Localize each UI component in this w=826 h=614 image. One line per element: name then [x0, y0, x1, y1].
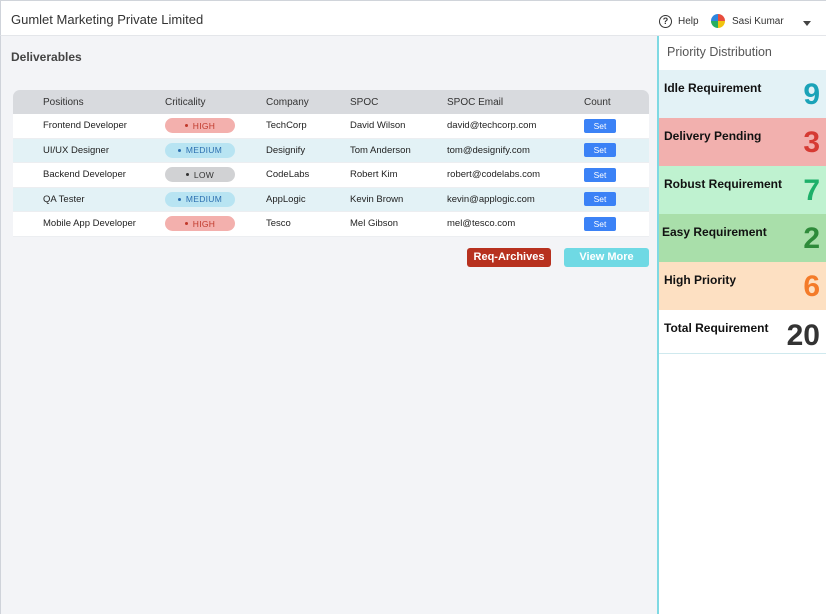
priority-card-robust: Robust Requirement 7 [659, 166, 826, 214]
card-value: 6 [803, 270, 820, 303]
spoc-cell: Tom Anderson [350, 144, 411, 156]
card-value: 9 [803, 78, 820, 111]
deliverables-section: Deliverables Positions Criticality Compa… [0, 36, 657, 614]
badge-label: LOW [193, 169, 215, 180]
position-cell: UI/UX Designer [43, 144, 109, 156]
company-cell: CodeLabs [266, 169, 310, 181]
table-row: Mobile App Developer HIGH Tesco Mel Gibs… [13, 212, 649, 237]
chevron-down-icon[interactable] [803, 21, 811, 26]
card-value: 20 [786, 319, 820, 352]
dot-icon [177, 148, 181, 152]
column-header: Company [266, 96, 309, 108]
column-header: Positions [43, 96, 84, 108]
card-label: Idle Requirement [664, 81, 762, 95]
column-header: Criticality [165, 96, 206, 108]
table-row: UI/UX Designer MEDIUM Designify Tom Ande… [13, 138, 649, 163]
email-cell: mel@tesco.com [447, 218, 516, 230]
position-cell: QA Tester [43, 193, 85, 205]
spoc-cell: Kevin Brown [350, 193, 404, 205]
help-icon: ? [659, 15, 672, 28]
position-cell: Mobile App Developer [43, 218, 136, 230]
card-value: 2 [803, 222, 820, 255]
help-link[interactable]: ? Help [659, 15, 699, 28]
company-cell: Designify [266, 144, 306, 156]
dot-icon [184, 222, 188, 226]
table-row: Frontend Developer HIGH TechCorp David W… [13, 114, 649, 139]
page-title: Deliverables [11, 50, 82, 64]
dot-icon [177, 197, 181, 201]
priority-card-easy: Easy Requirement 2 [659, 214, 826, 262]
set-button[interactable]: Set [584, 143, 616, 158]
criticality-badge: MEDIUM [165, 142, 235, 158]
set-button[interactable]: Set [584, 167, 616, 182]
card-label: High Priority [664, 273, 737, 287]
card-label: Easy Requirement [662, 225, 767, 239]
dot-icon [185, 173, 189, 177]
badge-label: MEDIUM [185, 145, 223, 156]
email-cell: kevin@applogic.com [447, 193, 535, 205]
user-name: Sasi Kumar [732, 15, 784, 27]
column-header: SPOC Email [447, 96, 504, 108]
status-badge: HIGH [165, 216, 235, 232]
table-header: Positions Criticality Company SPOC SPOC … [13, 90, 649, 114]
card-value: 7 [803, 174, 820, 207]
help-label: Help [678, 16, 699, 27]
spoc-cell: Robert Kim [350, 169, 398, 181]
card-label: Delivery Pending [664, 129, 762, 143]
table-row: Backend Developer LOW CodeLabs Robert Ki… [13, 163, 649, 188]
email-cell: david@techcorp.com [447, 120, 537, 132]
criticality-badge: LOW [165, 167, 235, 183]
user-menu[interactable]: Sasi Kumar [711, 14, 784, 28]
position-cell: Backend Developer [43, 169, 126, 181]
card-value: 3 [803, 126, 820, 159]
priority-card-high-priority: High Priority 6 [659, 262, 826, 310]
company-cell: TechCorp [266, 120, 307, 132]
criticality-badge: HIGH [165, 216, 235, 232]
status-badge: LOW [165, 167, 235, 183]
priority-card-delivery-pending: Delivery Pending 3 [659, 118, 826, 166]
column-header: SPOC [350, 96, 379, 108]
criticality-badge: MEDIUM [165, 191, 235, 207]
card-label: Robust Requirement [664, 177, 783, 191]
view-more-button[interactable]: View More [564, 248, 649, 267]
deliverables-table: Positions Criticality Company SPOC SPOC … [13, 90, 649, 237]
email-cell: robert@codelabs.com [447, 169, 541, 181]
company-cell: AppLogic [266, 193, 306, 205]
badge-label: HIGH [192, 120, 216, 131]
status-badge: MEDIUM [165, 191, 235, 207]
email-cell: tom@designify.com [447, 144, 530, 156]
badge-label: MEDIUM [185, 194, 223, 205]
priority-card-idle: Idle Requirement 9 [659, 70, 826, 118]
badge-label: HIGH [192, 218, 216, 229]
spoc-cell: Mel Gibson [350, 218, 399, 230]
table-row: QA Tester MEDIUM AppLogic Kevin Brown ke… [13, 187, 649, 212]
avatar [711, 14, 725, 28]
position-cell: Frontend Developer [43, 120, 127, 132]
set-button[interactable]: Set [584, 216, 616, 231]
req-archives-button[interactable]: Req-Archives [467, 248, 551, 267]
company-cell: Tesco [266, 218, 291, 230]
panel-title: Priority Distribution [667, 45, 772, 59]
top-bar: Gumlet Marketing Private Limited ? Help … [0, 0, 826, 36]
criticality-badge: HIGH [165, 118, 235, 134]
status-badge: HIGH [165, 118, 235, 134]
priority-distribution-panel: Priority Distribution Idle Requirement 9… [657, 36, 826, 614]
card-label: Total Requirement [664, 321, 769, 335]
set-button[interactable]: Set [584, 192, 616, 207]
app-title: Gumlet Marketing Private Limited [11, 12, 204, 27]
column-header: Count [584, 96, 611, 108]
spoc-cell: David Wilson [350, 120, 406, 132]
priority-card-total: Total Requirement 20 [659, 310, 826, 354]
dot-icon [184, 124, 188, 128]
status-badge: MEDIUM [165, 142, 235, 158]
set-button[interactable]: Set [584, 118, 616, 133]
